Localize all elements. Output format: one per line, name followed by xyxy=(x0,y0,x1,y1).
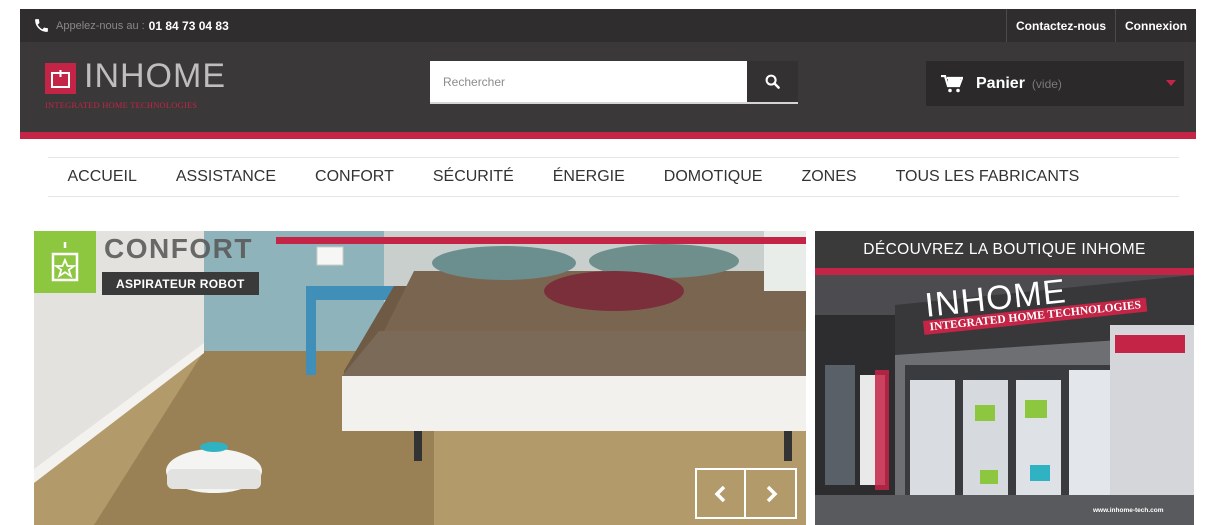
hero-slider[interactable]: CONFORT ASPIRATEUR ROBOT xyxy=(34,231,806,525)
nav-item-fabricants[interactable]: TOUS LES FABRICANTS xyxy=(876,168,1099,186)
nav-item-domotique[interactable]: DOMOTIQUE xyxy=(644,168,782,186)
phone-number: 01 84 73 04 83 xyxy=(148,18,229,33)
slider-prev-button[interactable] xyxy=(695,468,746,519)
nav-item-accueil[interactable]: ACCUEIL xyxy=(48,168,156,186)
nav-item-zones[interactable]: ZONES xyxy=(782,168,876,186)
chevron-right-icon xyxy=(766,485,777,502)
slider-controls xyxy=(695,468,797,519)
chevron-left-icon xyxy=(714,485,725,502)
nav-item-confort[interactable]: CONFORT xyxy=(296,168,414,186)
store-promo[interactable]: DÉCOUVREZ LA BOUTIQUE INHOME INHOME INTE… xyxy=(815,231,1194,525)
home-star-icon xyxy=(34,231,96,293)
main-nav: ACCUEIL ASSISTANCE CONFORT SÉCURITÉ ÉNER… xyxy=(48,157,1179,197)
phone-prefix: Appelez-nous au : xyxy=(56,19,145,32)
logo-wordmark: INHOME xyxy=(84,57,226,95)
phone-icon xyxy=(33,17,50,34)
chevron-down-icon xyxy=(1166,80,1176,86)
slide-category: CONFORT xyxy=(104,233,253,264)
search-button[interactable] xyxy=(747,61,798,102)
search-box xyxy=(430,61,798,104)
cart-status: (vide) xyxy=(1031,76,1062,91)
nav-item-assistance[interactable]: ASSISTANCE xyxy=(156,168,295,186)
nav-item-energie[interactable]: ÉNERGIE xyxy=(533,168,644,186)
promo-title: DÉCOUVREZ LA BOUTIQUE INHOME xyxy=(815,231,1194,268)
search-input[interactable] xyxy=(430,61,747,102)
top-bar: Appelez-nous au : 01 84 73 04 83 Contact… xyxy=(20,9,1196,42)
store-url: www.inhome-tech.com xyxy=(1093,507,1164,514)
promo-accent-bar xyxy=(815,268,1194,275)
contact-link[interactable]: Contactez-nous xyxy=(1006,9,1115,42)
slide-tag: ASPIRATEUR ROBOT xyxy=(102,272,259,295)
cart-icon xyxy=(941,74,963,92)
search-icon xyxy=(765,74,780,89)
slide-accent-bar xyxy=(276,237,806,244)
account-links: Contactez-nous Connexion xyxy=(1006,9,1196,42)
nav-item-securite[interactable]: SÉCURITÉ xyxy=(413,168,533,186)
site-header: INHOME INTEGRATED HOME TECHNOLOGIES Pani… xyxy=(20,42,1196,139)
site-logo[interactable]: INHOME INTEGRATED HOME TECHNOLOGIES xyxy=(45,57,245,116)
cart-button[interactable]: Panier (vide) xyxy=(926,61,1184,106)
phone-contact: Appelez-nous au : 01 84 73 04 83 xyxy=(20,17,229,34)
logo-tagline: INTEGRATED HOME TECHNOLOGIES xyxy=(45,100,198,110)
logo-mark-icon xyxy=(45,63,76,94)
cart-label: Panier xyxy=(976,74,1025,92)
slider-next-button[interactable] xyxy=(746,468,797,519)
login-link[interactable]: Connexion xyxy=(1115,9,1196,42)
